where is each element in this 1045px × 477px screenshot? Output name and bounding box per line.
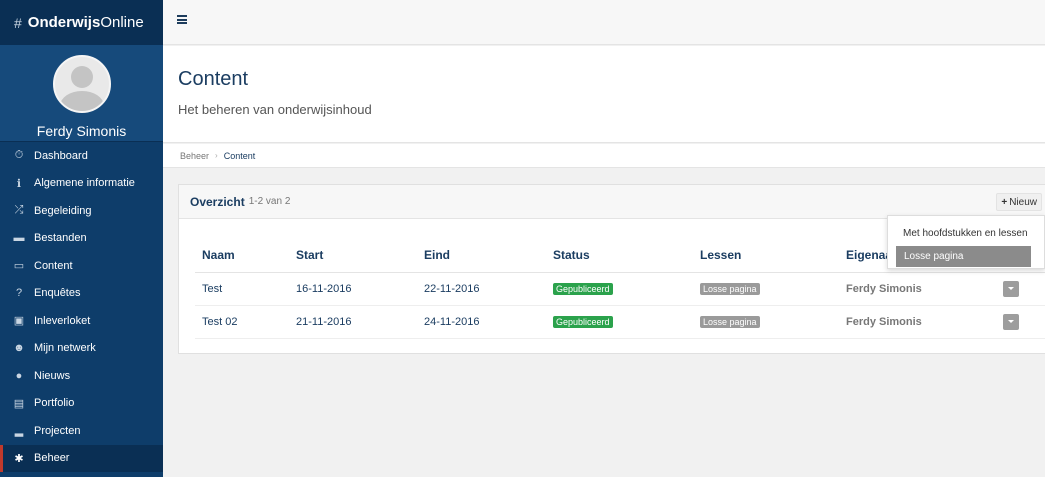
hash-icon: #	[14, 14, 22, 31]
brand-logo[interactable]: # Onderwijs Online	[0, 0, 163, 45]
sidebar-item-dashboard[interactable]: ⏱ Dashboard	[0, 142, 163, 170]
sidebar-item-enquetes[interactable]: ? Enquêtes	[0, 280, 163, 308]
menu-item-met-hoofdstukken[interactable]: Met hoofdstukken en lessen	[903, 228, 1028, 239]
sidebar-item-label: Nieuws	[34, 369, 71, 382]
briefcase-icon: ▤	[13, 397, 25, 410]
shuffle-icon: ⤮	[14, 204, 24, 217]
column-header-lessen[interactable]: Lessen	[693, 239, 839, 273]
menu-bar-line	[177, 15, 187, 17]
column-header-naam[interactable]: Naam	[195, 239, 289, 273]
breadcrumb: Beheer › Content	[163, 144, 1045, 168]
sidebar-item-label: Algemene informatie	[34, 177, 135, 190]
menu-item-losse-pagina[interactable]: Losse pagina	[896, 246, 1031, 267]
status-badge: Gepubliceerd	[553, 282, 613, 295]
user-name[interactable]: Ferdy Simonis	[37, 123, 126, 139]
brand-name-bold: Onderwijs	[27, 14, 101, 31]
record-count: 1-2 van 2	[248, 196, 291, 207]
laptop-icon: ▂	[14, 425, 24, 438]
lessons-badge: Losse pagina	[700, 282, 760, 295]
column-header-status[interactable]: Status	[546, 239, 693, 273]
panel-title: Overzicht	[190, 194, 245, 209]
avatar[interactable]	[52, 55, 111, 113]
page-subtitle: Het beheren van onderwijsinhoud	[178, 102, 372, 117]
plus-icon: +	[1001, 196, 1008, 208]
cell-eind: 24-11-2016	[417, 305, 546, 339]
cell-lessen: Losse pagina	[693, 272, 839, 306]
cell-eind: 22-11-2016	[417, 272, 546, 306]
overview-panel: Overzicht 1-2 van 2 + Nieuw Naam Start E…	[178, 184, 1045, 354]
row-actions-dropdown-button[interactable]	[1003, 313, 1019, 330]
folder-icon: ▬	[13, 232, 25, 245]
cell-start: 21-11-2016	[289, 305, 417, 339]
cell-start: 16-11-2016	[289, 272, 417, 306]
topbar	[163, 0, 1045, 45]
sidebar-item-projecten[interactable]: ▂ Projecten	[0, 417, 163, 445]
cell-naam[interactable]: Test	[195, 272, 289, 306]
users-icon: ☻	[13, 342, 25, 355]
column-header-start[interactable]: Start	[289, 239, 417, 273]
sidebar-item-label: Begeleiding	[34, 204, 92, 217]
cell-actions	[996, 305, 1045, 339]
sidebar-item-label: Projecten	[34, 424, 81, 437]
sidebar-item-content[interactable]: ▭ Content	[0, 252, 163, 280]
sidebar-item-label: Portfolio	[34, 397, 75, 410]
breadcrumb-link-beheer[interactable]: Beheer	[180, 151, 209, 161]
sidebar-item-label: Enquêtes	[34, 287, 81, 300]
user-profile: Ferdy Simonis	[0, 45, 163, 142]
table-row: Test 16-11-2016 22-11-2016 Gepubliceerd …	[195, 272, 1045, 306]
brand-name-regular: Online	[100, 14, 144, 31]
sidebar-item-nieuws[interactable]: ● Nieuws	[0, 362, 163, 390]
sidebar-item-bestanden[interactable]: ▬ Bestanden	[0, 225, 163, 253]
new-button[interactable]: + Nieuw	[996, 193, 1042, 211]
table-row: Test 02 21-11-2016 24-11-2016 Gepublicee…	[195, 305, 1045, 339]
gear-icon: ✱	[14, 452, 24, 465]
sidebar-nav: ⏱ Dashboard ℹ Algemene informatie ⤮ Begelei…	[0, 142, 163, 472]
sidebar: # Onderwijs Online Ferdy Simonis ⏱ Dashbo…	[0, 0, 163, 477]
sidebar-item-begeleiding[interactable]: ⤮ Begeleiding	[0, 197, 163, 225]
sidebar-item-label: Mijn netwerk	[34, 342, 96, 355]
question-icon: ?	[15, 287, 23, 300]
sidebar-item-mijn-netwerk[interactable]: ☻ Mijn netwerk	[0, 335, 163, 363]
globe-icon: ●	[15, 369, 23, 382]
sidebar-item-label: Bestanden	[34, 232, 87, 245]
breadcrumb-current: Content	[223, 150, 256, 161]
cell-eigenaar: Ferdy Simonis	[839, 272, 996, 306]
avatar-head-shape	[70, 66, 93, 88]
sidebar-item-algemene-informatie[interactable]: ℹ Algemene informatie	[0, 170, 163, 198]
menu-bar-line	[177, 18, 187, 21]
avatar-body-shape	[59, 91, 104, 111]
cell-status: Gepubliceerd	[546, 305, 693, 339]
cell-actions	[996, 272, 1045, 306]
sidebar-item-portfolio[interactable]: ▤ Portfolio	[0, 390, 163, 418]
sidebar-item-label: Inleverloket	[34, 314, 91, 327]
new-dropdown-menu: Met hoofdstukken en lessen Losse pagina	[887, 215, 1045, 269]
menu-bar-line	[177, 22, 187, 24]
cell-eigenaar: Ferdy Simonis	[839, 305, 996, 339]
book-icon: ▭	[13, 260, 25, 273]
lessons-badge: Losse pagina	[700, 315, 760, 328]
cell-naam[interactable]: Test 02	[195, 305, 289, 339]
sidebar-item-inleverloket[interactable]: ▣ Inleverloket	[0, 307, 163, 335]
sidebar-item-label: Content	[34, 259, 73, 272]
sidebar-item-label: Dashboard	[34, 149, 88, 162]
cell-lessen: Losse pagina	[693, 305, 839, 339]
page-title: Content	[178, 68, 249, 90]
panel-header: Overzicht 1-2 van 2 + Nieuw	[179, 185, 1045, 219]
row-actions-dropdown-button[interactable]	[1003, 280, 1019, 297]
page-header: Content Het beheren van onderwijsinhoud	[163, 46, 1045, 143]
status-badge: Gepubliceerd	[553, 315, 613, 328]
stopwatch-icon: ⏱	[14, 149, 24, 162]
sidebar-item-beheer[interactable]: ✱ Beheer	[0, 444, 163, 472]
inbox-icon: ▣	[13, 315, 25, 328]
new-button-label: Nieuw	[1009, 196, 1037, 208]
cell-status: Gepubliceerd	[546, 272, 693, 306]
info-icon: ℹ	[16, 177, 22, 190]
menu-toggle-icon[interactable]	[177, 15, 187, 24]
breadcrumb-separator-icon: ›	[215, 151, 218, 160]
column-header-eind[interactable]: Eind	[417, 239, 546, 273]
sidebar-item-label: Beheer	[34, 452, 70, 465]
